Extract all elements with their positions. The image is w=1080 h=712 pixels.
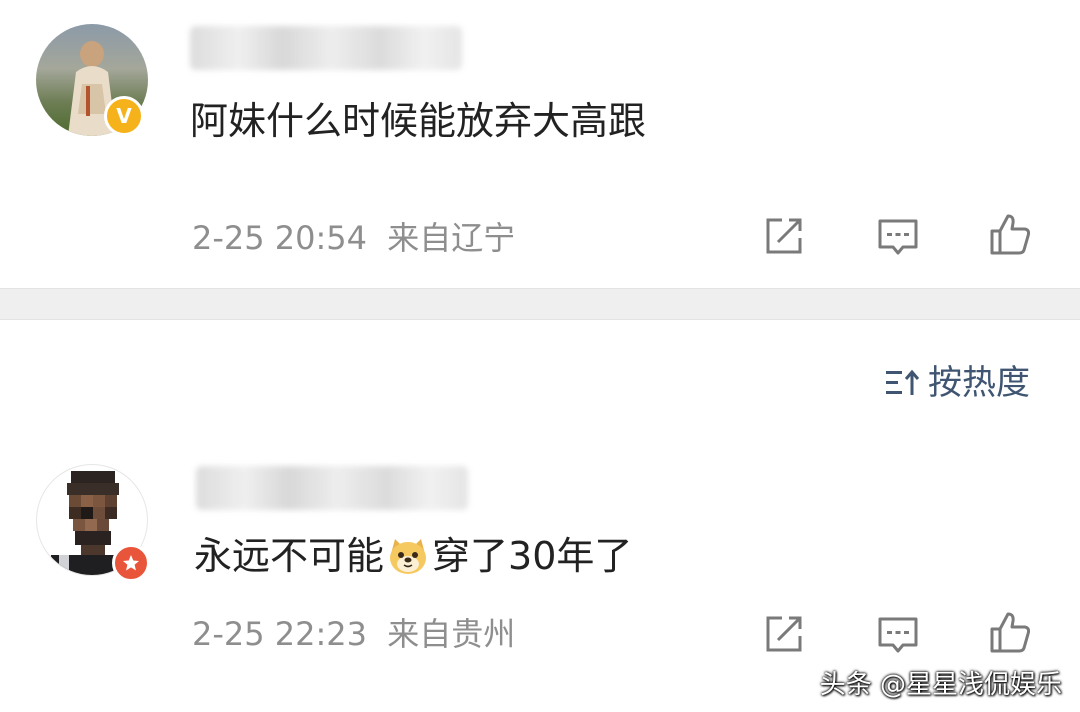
watermark-text: 头条 @星星浅侃娱乐 xyxy=(819,670,1062,700)
comment-item: V 阿妹什么时候能放弃大高跟 2-25 20:54 来自辽宁 xyxy=(0,0,1080,288)
comment-time: 2-25 20:54 xyxy=(192,219,368,257)
share-icon xyxy=(766,218,802,254)
star-icon xyxy=(123,555,139,571)
comment-icon xyxy=(878,617,918,653)
comment-location: 来自辽宁 xyxy=(387,219,516,257)
sort-icon xyxy=(886,369,920,395)
level-badge-icon xyxy=(112,544,150,582)
comment-location: 来自贵州 xyxy=(387,615,516,653)
comment-text-after: 穿了30年了 xyxy=(432,534,633,578)
verified-v-icon: V xyxy=(104,96,144,136)
doge-emoji-icon xyxy=(390,539,427,574)
sort-by-hot-button[interactable]: 按热度 xyxy=(886,362,1030,404)
username-blurred[interactable] xyxy=(196,466,468,510)
comment-meta: 2-25 22:23 来自贵州 xyxy=(192,618,515,650)
comment-item: 永远不可能 穿了30年了 2-25 22:23 来自贵州 xyxy=(0,440,1080,690)
thumbs-up-icon xyxy=(990,214,1031,255)
thumbs-up-icon xyxy=(990,612,1031,653)
comment-button[interactable] xyxy=(876,216,920,260)
comment-text: 阿妹什么时候能放弃大高跟 xyxy=(190,99,647,143)
share-icon xyxy=(766,616,802,652)
comment-text-before: 永远不可能 xyxy=(194,534,385,578)
comment-meta: 2-25 20:54 来自辽宁 xyxy=(192,222,515,254)
like-button[interactable] xyxy=(988,610,1032,654)
comment-button[interactable] xyxy=(876,614,920,658)
comment-icon xyxy=(878,219,918,255)
like-button[interactable] xyxy=(988,212,1032,256)
username-blurred[interactable] xyxy=(190,26,462,70)
comment-text: 永远不可能 穿了30年了 xyxy=(194,536,632,576)
comment-time: 2-25 22:23 xyxy=(192,615,368,653)
share-button[interactable] xyxy=(762,612,806,656)
sort-label: 按热度 xyxy=(928,363,1030,403)
section-divider xyxy=(0,288,1080,320)
share-button[interactable] xyxy=(762,214,806,258)
